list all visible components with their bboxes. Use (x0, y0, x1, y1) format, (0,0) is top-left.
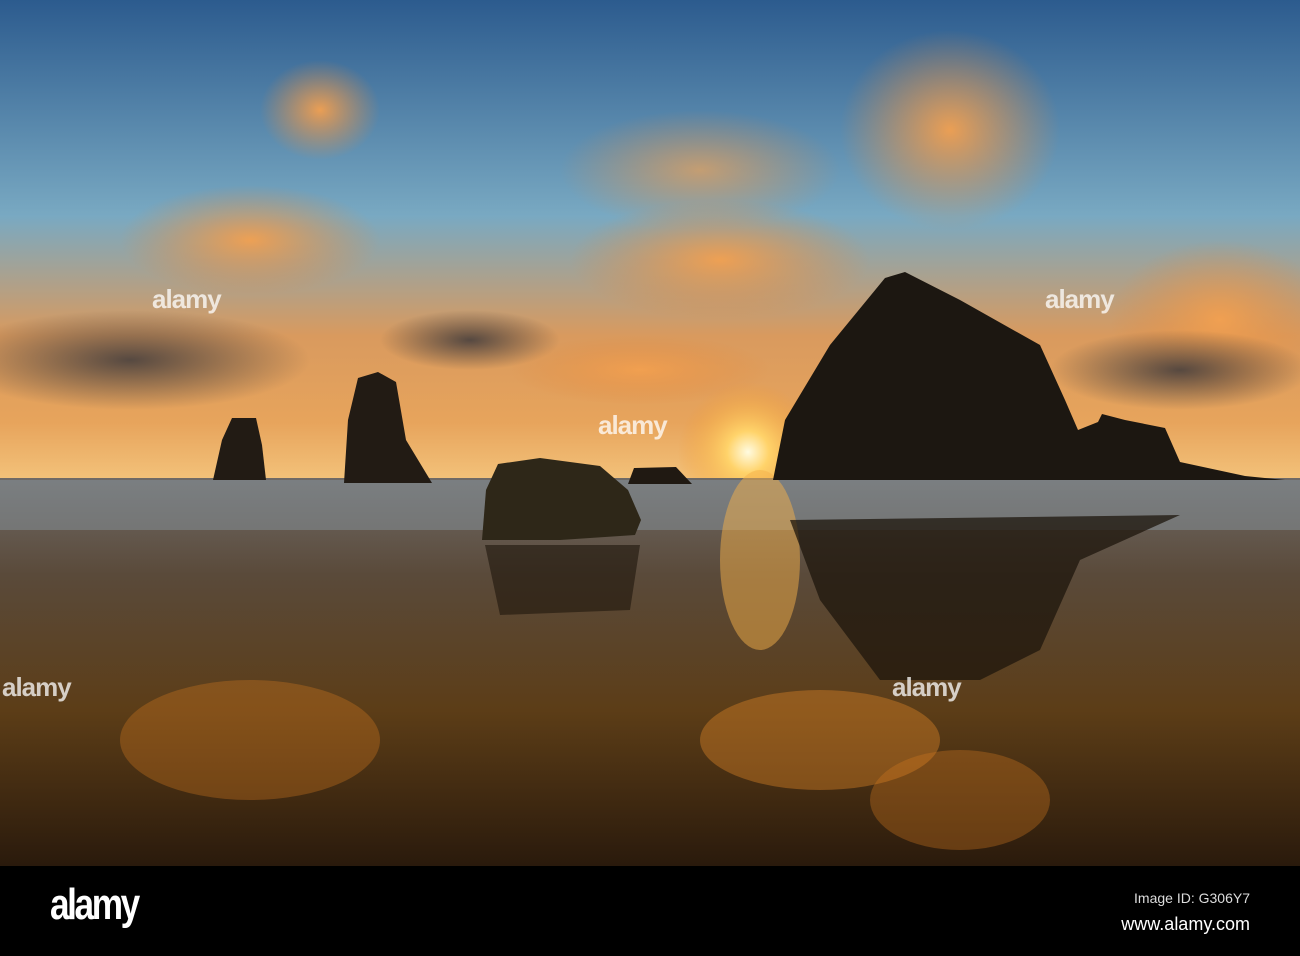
watermark: alamy (152, 284, 222, 314)
watermark: alamy (598, 410, 668, 440)
alamy-logo: alamy (50, 880, 140, 929)
image-id: Image ID: G306Y7 (1134, 890, 1250, 906)
rock-reflection (485, 545, 640, 615)
watermark: alamy (2, 672, 72, 702)
site-url: www.alamy.com (1121, 914, 1250, 934)
watermark: alamy (1045, 284, 1115, 314)
watermark: alamy (892, 672, 962, 702)
footer-bar: alamy Image ID: G306Y7 www.alamy.com (0, 866, 1300, 956)
sun-reflection (720, 470, 800, 650)
